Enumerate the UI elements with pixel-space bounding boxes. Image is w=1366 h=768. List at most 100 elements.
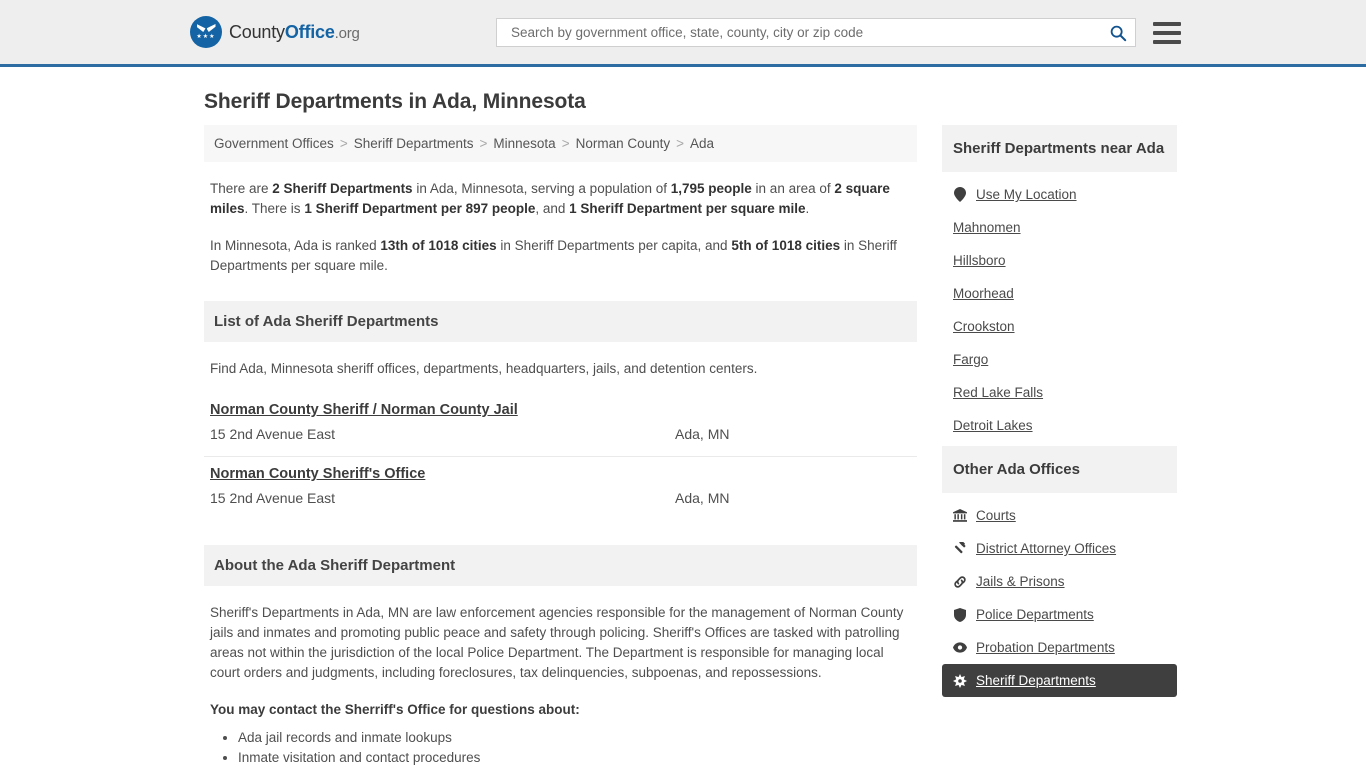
breadcrumb: Government Offices > Sheriff Departments > M…: [204, 125, 917, 162]
breadcrumb-item-1[interactable]: Government Offices: [214, 136, 334, 151]
logo-text-county: County: [229, 21, 285, 42]
listing-row: Norman County Sheriff / Norman County Ja…: [204, 393, 917, 457]
logo-text-office: Office: [284, 21, 335, 42]
site-logo[interactable]: ★★★ CountyOffice.org: [190, 16, 360, 48]
listing-name-link[interactable]: Norman County Sheriff / Norman County Ja…: [210, 402, 518, 418]
nearby-panel-heading: Sheriff Departments near Ada: [942, 125, 1177, 172]
logo-text-org: .org: [334, 24, 360, 42]
about-paragraph: Sheriff's Departments in Ada, MN are law…: [210, 605, 904, 680]
other-offices-heading: Other Ada Offices: [942, 446, 1177, 493]
sidebar-link-label: District Attorney Offices: [976, 541, 1117, 556]
sheriff-badge-icon: [953, 673, 967, 688]
text-run-3: in Ada, Minnesota, serving a population …: [412, 181, 671, 196]
about-section-heading: About the Ada Sheriff Department: [204, 545, 917, 586]
sidebar-link-label: Probation Departments: [976, 640, 1115, 655]
about-bullet-item: Inmate visitation and contact procedures: [238, 748, 911, 768]
text-run-1: There are: [210, 181, 273, 196]
search-box[interactable]: [496, 18, 1136, 47]
hamburger-menu-icon[interactable]: [1153, 21, 1181, 44]
content-row: Government Offices > Sheriff Departments > M…: [204, 125, 1177, 768]
sidebar-link-label: Courts: [976, 508, 1016, 523]
text-run-3: in Sheriff Departments per capita, and: [496, 238, 732, 253]
shield-icon: [953, 607, 967, 622]
logo-text: CountyOffice.org: [229, 22, 360, 43]
breadcrumb-separator: >: [339, 136, 348, 151]
listing-row: Norman County Sheriff's Office 15 2nd Ave…: [204, 457, 917, 520]
logo-stars: ★★★: [196, 34, 216, 40]
text-run-10: 1 Sheriff Department per square mile: [569, 201, 806, 216]
sidebar-link-label: Fargo: [953, 352, 989, 367]
sidebar-link-label: Sheriff Departments: [976, 673, 1096, 688]
sidebar-link-red-lake-falls[interactable]: Red Lake Falls: [942, 376, 1177, 409]
search-input[interactable]: [509, 24, 1109, 41]
search-area: [496, 18, 1181, 47]
text-run-11: .: [805, 201, 810, 216]
sidebar-link-police-departments[interactable]: Police Departments: [942, 598, 1177, 631]
breadcrumb-item-5: Ada: [690, 136, 715, 151]
eagle-icon: [197, 24, 216, 33]
text-run-8: 1 Sheriff Department per 897 people: [304, 201, 536, 216]
sidebar-link-use-my-location[interactable]: Use My Location: [942, 178, 1177, 211]
about-lead: You may contact the Sherriff's Office fo…: [210, 702, 580, 717]
text-run-2: 2 Sheriff Departments: [272, 181, 413, 196]
sidebar-link-label: Crookston: [953, 319, 1015, 334]
search-icon[interactable]: [1109, 24, 1127, 42]
list-section-heading: List of Ada Sheriff Departments: [204, 301, 917, 342]
breadcrumb-item-4[interactable]: Norman County: [576, 136, 671, 151]
gavel-icon: [953, 541, 967, 556]
breadcrumb-separator: >: [676, 136, 685, 151]
other-offices-body: Courts District Attorney Offices Jails & P…: [942, 493, 1177, 697]
text-run-4: 1,795 people: [670, 181, 752, 196]
sidebar-link-label: Jails & Prisons: [976, 574, 1065, 589]
sheriff-department-listings: Norman County Sheriff / Norman County Ja…: [204, 393, 917, 520]
sidebar-link-district-attorney-offices[interactable]: District Attorney Offices: [942, 532, 1177, 565]
sidebar-link-hillsboro[interactable]: Hillsboro: [942, 244, 1177, 277]
nearby-panel: Sheriff Departments near Ada Use My Loca…: [942, 125, 1177, 442]
menu-bar-1: [1153, 21, 1181, 26]
page-title: Sheriff Departments in Ada, Minnesota: [204, 90, 586, 113]
listing-detail-line: 15 2nd Avenue East Ada, MN: [210, 426, 911, 442]
map-pin-icon: [953, 187, 967, 202]
sidebar-link-label: Red Lake Falls: [953, 385, 1044, 400]
text-run-9: , and: [535, 201, 570, 216]
stats-paragraph-1: There are 2 Sheriff Departments in Ada, …: [210, 179, 911, 219]
sidebar-link-moorhead[interactable]: Moorhead: [942, 277, 1177, 310]
list-section-subtitle: Find Ada, Minnesota sheriff offices, dep…: [210, 361, 758, 376]
sidebar-link-sheriff-departments[interactable]: Sheriff Departments: [942, 664, 1177, 697]
listing-address: 15 2nd Avenue East: [210, 426, 336, 442]
listing-city-state: Ada, MN: [675, 490, 730, 506]
site-header: ★★★ CountyOffice.org: [0, 0, 1366, 67]
sidebar-link-probation-departments[interactable]: Probation Departments: [942, 631, 1177, 664]
sidebar-link-detroit-lakes[interactable]: Detroit Lakes: [942, 409, 1177, 442]
county-office-logo-icon: ★★★: [190, 16, 222, 48]
about-section-body: Sheriff's Departments in Ada, MN are law…: [204, 603, 917, 768]
sidebar-link-label: Police Departments: [976, 607, 1094, 622]
statistics-block: There are 2 Sheriff Departments in Ada, …: [204, 179, 917, 276]
listing-address: 15 2nd Avenue East: [210, 490, 336, 506]
other-offices-panel: Other Ada Offices Courts District Attorne…: [942, 446, 1177, 697]
bank-icon: [953, 509, 967, 523]
listing-city-state: Ada, MN: [675, 426, 730, 442]
breadcrumb-separator: >: [561, 136, 570, 151]
text-run-7: . There is: [244, 201, 305, 216]
breadcrumb-separator: >: [479, 136, 488, 151]
listing-detail-line: 15 2nd Avenue East Ada, MN: [210, 490, 911, 506]
breadcrumb-item-3[interactable]: Minnesota: [493, 136, 555, 151]
sidebar-link-label: Detroit Lakes: [953, 418, 1033, 433]
nearby-panel-body: Use My Location Mahnomen Hillsboro Moorhead…: [942, 172, 1177, 442]
sidebar-link-crookston[interactable]: Crookston: [942, 310, 1177, 343]
sidebar-link-label: Use My Location: [976, 187, 1077, 202]
sidebar-link-jails-prisons[interactable]: Jails & Prisons: [942, 565, 1177, 598]
page-container: Sheriff Departments in Ada, Minnesota Go…: [0, 90, 1366, 768]
sidebar-link-label: Moorhead: [953, 286, 1014, 301]
eye-icon: [953, 641, 967, 655]
sidebar-link-mahnomen[interactable]: Mahnomen: [942, 211, 1177, 244]
main-column: Government Offices > Sheriff Departments > M…: [204, 125, 917, 768]
listing-name-link[interactable]: Norman County Sheriff's Office: [210, 466, 425, 482]
about-bullet-item: Ada jail records and inmate lookups: [238, 728, 911, 748]
sidebar-link-fargo[interactable]: Fargo: [942, 343, 1177, 376]
breadcrumb-item-2[interactable]: Sheriff Departments: [354, 136, 474, 151]
about-bullet-list: Ada jail records and inmate lookupsInmat…: [210, 728, 911, 768]
sidebar-link-courts[interactable]: Courts: [942, 499, 1177, 532]
text-run-5: in an area of: [751, 181, 835, 196]
